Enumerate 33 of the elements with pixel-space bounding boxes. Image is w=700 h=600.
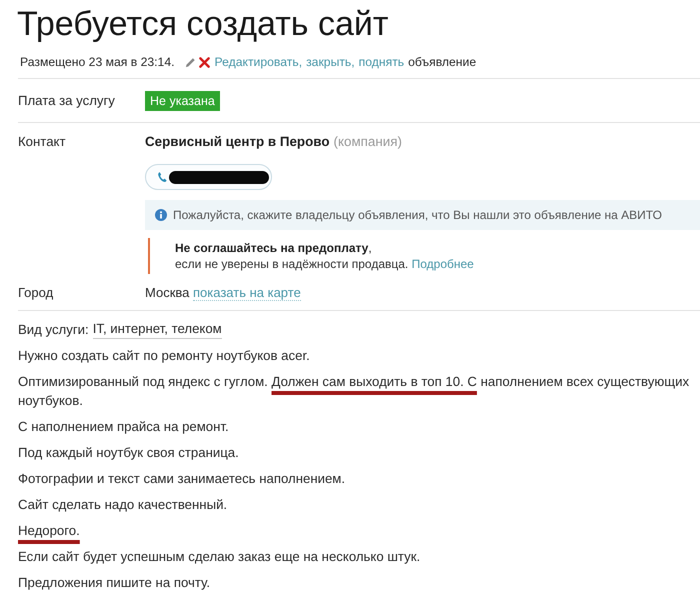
page-title: Требуется создать сайт	[16, 4, 390, 44]
warning-text: Не соглашайтесь на предоплату, если не уверены в надёжности продавца. Подробнее	[175, 240, 475, 272]
details-link[interactable]: Подробнее	[412, 257, 474, 271]
price-badge: Не указана	[145, 91, 220, 111]
contact-name: Сервисный центр в Перово	[145, 134, 330, 150]
description-line: Недорого.	[18, 522, 81, 540]
action-link[interactable]: закрыть,	[306, 54, 355, 70]
notice-text: Пожалуйста, скажите владельцу объявления, что Вы нашли это объявление на АВИТО	[173, 207, 662, 223]
info-icon	[155, 209, 167, 221]
map-link[interactable]: показать на карте	[193, 285, 301, 301]
description-line: Оптимизированный под яндекс с гуглом. Должен сам выходить в топ 10. С наполнением всех существующих ноутбуков.	[18, 373, 690, 410]
description-line: Если сайт будет успешным сделаю заказ еще на несколько штук.	[18, 548, 422, 566]
posted-date: Размещено 23 мая в 23:14.	[20, 54, 175, 70]
service-type-label: Вид услуги:	[18, 321, 89, 339]
close-icon[interactable]	[198, 56, 210, 68]
description-line: Под каждый ноутбук своя страница.	[18, 444, 240, 462]
description-line: С наполнением прайса на ремонт.	[18, 418, 230, 436]
action-link[interactable]: поднять	[358, 54, 404, 70]
phone-icon	[157, 171, 167, 183]
description-line: Нужно создать сайт по ремонту ноутбуков acer.	[18, 347, 311, 365]
meta-text: объявление	[408, 54, 476, 70]
pencil-icon[interactable]	[184, 56, 196, 68]
service-type-link[interactable]: IT, интернет, телеком	[92, 320, 222, 339]
phone-button[interactable]	[145, 164, 272, 190]
city-name: Москва	[145, 285, 190, 300]
description-line: Предложения пишите на почту.	[18, 574, 211, 592]
action-link[interactable]: Редактировать,	[214, 54, 302, 70]
contact-type: (компания)	[334, 134, 402, 150]
description-line: Фотографии и текст сами занимаетесь наполнением.	[18, 470, 346, 488]
field-label: Контакт	[18, 134, 66, 151]
description-line: Сайт сделать надо качественный.	[18, 496, 228, 514]
field-label: Плата за услугу	[18, 92, 116, 110]
field-label: Город	[18, 285, 54, 301]
